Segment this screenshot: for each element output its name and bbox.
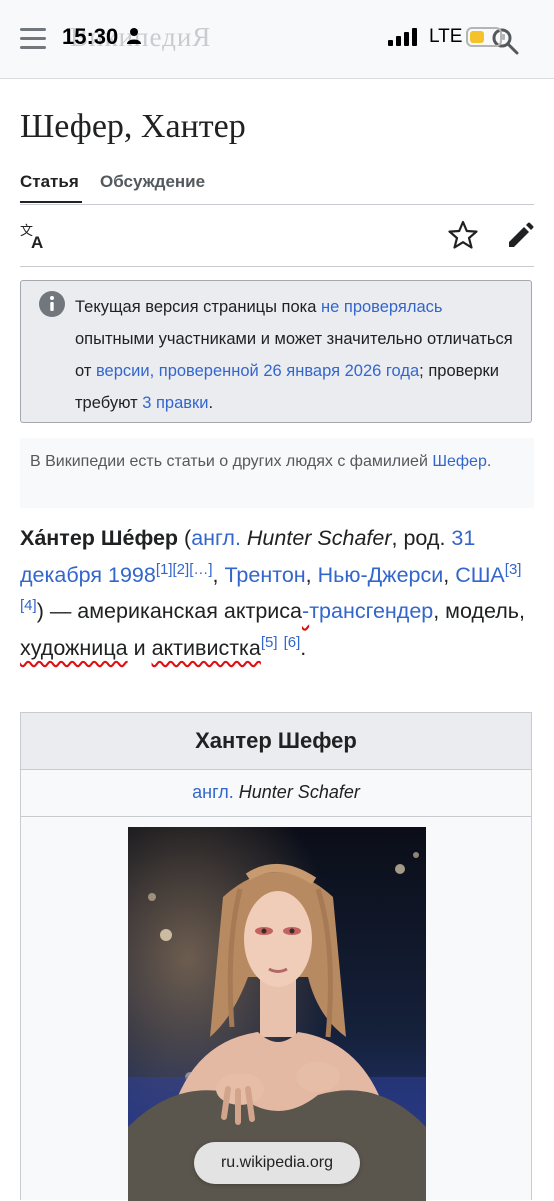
cellular-signal-icon — [388, 28, 417, 46]
flagged-revs-notice: Текущая версия страницы пока не проверял… — [20, 280, 532, 423]
notice-text-part: Текущая версия страницы пока — [75, 298, 322, 316]
tab-article[interactable]: Статья — [20, 172, 79, 192]
spellcheck-word: активистка — [151, 635, 261, 660]
usa-link[interactable]: США — [455, 563, 505, 587]
infobox: Хантер Шефер англ. Hunter Schafer — [20, 712, 532, 1201]
subject-name: Ха́нтер Ше́фер — [20, 526, 179, 550]
reference-link[interactable]: [4] — [20, 597, 37, 614]
lead-text: и — [127, 635, 152, 660]
lead-text: , — [305, 562, 318, 587]
lead-text: актриса — [223, 599, 303, 623]
network-type: LTE — [429, 26, 463, 47]
lead-text: ) — американская — [36, 599, 224, 623]
battery-icon — [466, 27, 505, 47]
trenton-link[interactable]: Трентон — [225, 563, 306, 587]
reference-link[interactable]: [1] — [156, 561, 173, 578]
active-tab-indicator — [20, 201, 82, 203]
lead-paragraph: Ха́нтер Ше́фер (англ. Hunter Schafer, ро… — [20, 520, 536, 666]
spellcheck-word: художница — [20, 635, 128, 660]
pending-changes-link[interactable]: 3 правки — [142, 394, 208, 412]
menu-icon[interactable] — [20, 28, 46, 50]
surname-disambiguation-link[interactable]: Шефер — [432, 453, 487, 470]
unreviewed-link[interactable]: не проверялась — [321, 298, 443, 316]
reference-link[interactable]: [5] — [261, 634, 278, 651]
stable-version-link[interactable]: версии, проверенной 26 января 2026 года — [96, 362, 419, 380]
notice-text: Текущая версия страницы пока не проверял… — [75, 291, 515, 419]
lead-text: , модель, — [433, 599, 525, 623]
infobox-title: Хантер Шефер — [21, 713, 531, 769]
infobox-native-name-text: Hunter Schafer — [238, 782, 360, 802]
english-language-link[interactable]: англ. — [191, 526, 241, 550]
native-name: Hunter Schafer — [246, 526, 392, 550]
lead-text: . — [300, 635, 307, 660]
reference-link[interactable]: [3] — [505, 561, 522, 578]
reference-link[interactable]: [6] — [284, 634, 301, 651]
english-language-link[interactable]: англ. — [192, 782, 234, 802]
new-jersey-link[interactable]: Нью-Джерси — [318, 563, 444, 587]
reference-link[interactable]: [2] — [173, 561, 190, 578]
lead-text: , — [443, 562, 456, 587]
lead-text: , род. — [391, 526, 452, 550]
tab-talk[interactable]: Обсуждение — [100, 172, 205, 192]
address-bar-url[interactable]: ru.wikipedia.org — [194, 1142, 360, 1184]
lead-text: ( — [178, 526, 192, 550]
hatnote-end: . — [486, 453, 492, 470]
status-time: 15:30 — [62, 24, 119, 49]
page-toolbar: 文 A — [20, 216, 534, 267]
hatnote-text: В Википедии есть статьи о других людях с… — [30, 453, 433, 470]
infobox-native-name: англ. Hunter Schafer — [21, 769, 531, 817]
app-header: ВикипедиЯ 15:30 LTE — [0, 0, 554, 79]
hatnote: В Википедии есть статьи о других людях с… — [20, 438, 534, 508]
info-icon — [39, 291, 65, 317]
notice-text-part: . — [208, 394, 214, 412]
person-icon — [127, 28, 141, 44]
lead-text: , — [212, 562, 225, 587]
reference-link[interactable]: […] — [189, 561, 212, 578]
page-title: Шефер, Хантер — [20, 108, 246, 145]
translate-icon[interactable]: 文 A — [20, 222, 48, 250]
transgender-link[interactable]: трансгендер — [309, 599, 433, 623]
edit-pencil-icon[interactable] — [506, 222, 534, 250]
svg-text:A: A — [31, 233, 43, 250]
page-tabs: Статья Обсуждение — [20, 168, 534, 205]
watch-star-icon[interactable] — [448, 220, 478, 250]
